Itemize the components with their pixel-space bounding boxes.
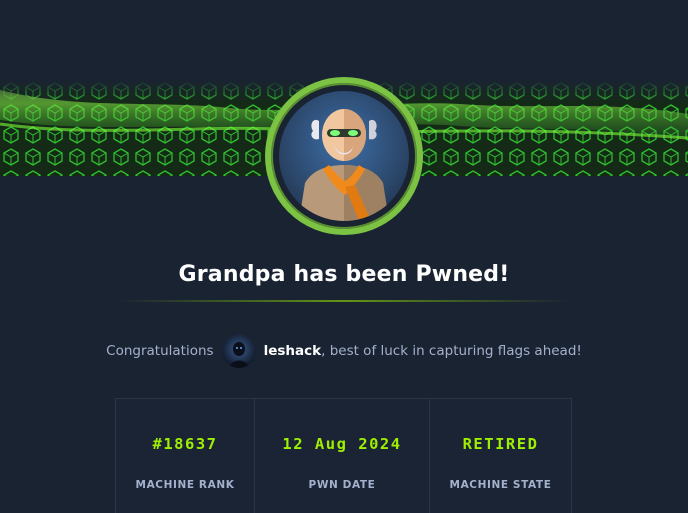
pwned-card: Grandpa has been Pwned! Congratulations …: [0, 0, 688, 513]
user-avatar-icon: [221, 334, 256, 368]
stat-label: PWN DATE: [308, 479, 376, 491]
page-title: Grandpa has been Pwned!: [178, 262, 510, 287]
stat-value: RETIRED: [462, 435, 539, 453]
grandpa-machine-icon: [279, 91, 409, 221]
stat-value: #18637: [152, 435, 218, 453]
congrats-suffix: , best of luck in capturing flags ahead!: [321, 343, 582, 359]
stat-value: 12 Aug 2024: [282, 435, 402, 453]
stat-machine-rank: #18637 MACHINE RANK: [116, 399, 255, 513]
congrats-prefix: Congratulations: [106, 343, 214, 359]
stat-label: MACHINE STATE: [449, 479, 552, 491]
title-divider: [118, 300, 570, 302]
congrats-line: Congratulations leshack , best of luck i…: [0, 333, 688, 369]
username-link[interactable]: leshack: [264, 343, 322, 359]
user-avatar[interactable]: [221, 334, 256, 368]
stat-machine-state: RETIRED MACHINE STATE: [430, 399, 571, 513]
stat-label: MACHINE RANK: [135, 479, 235, 491]
stats-panel: #18637 MACHINE RANK 12 Aug 2024 PWN DATE…: [115, 398, 572, 513]
machine-avatar: [265, 77, 423, 235]
stat-pwn-date: 12 Aug 2024 PWN DATE: [255, 399, 430, 513]
